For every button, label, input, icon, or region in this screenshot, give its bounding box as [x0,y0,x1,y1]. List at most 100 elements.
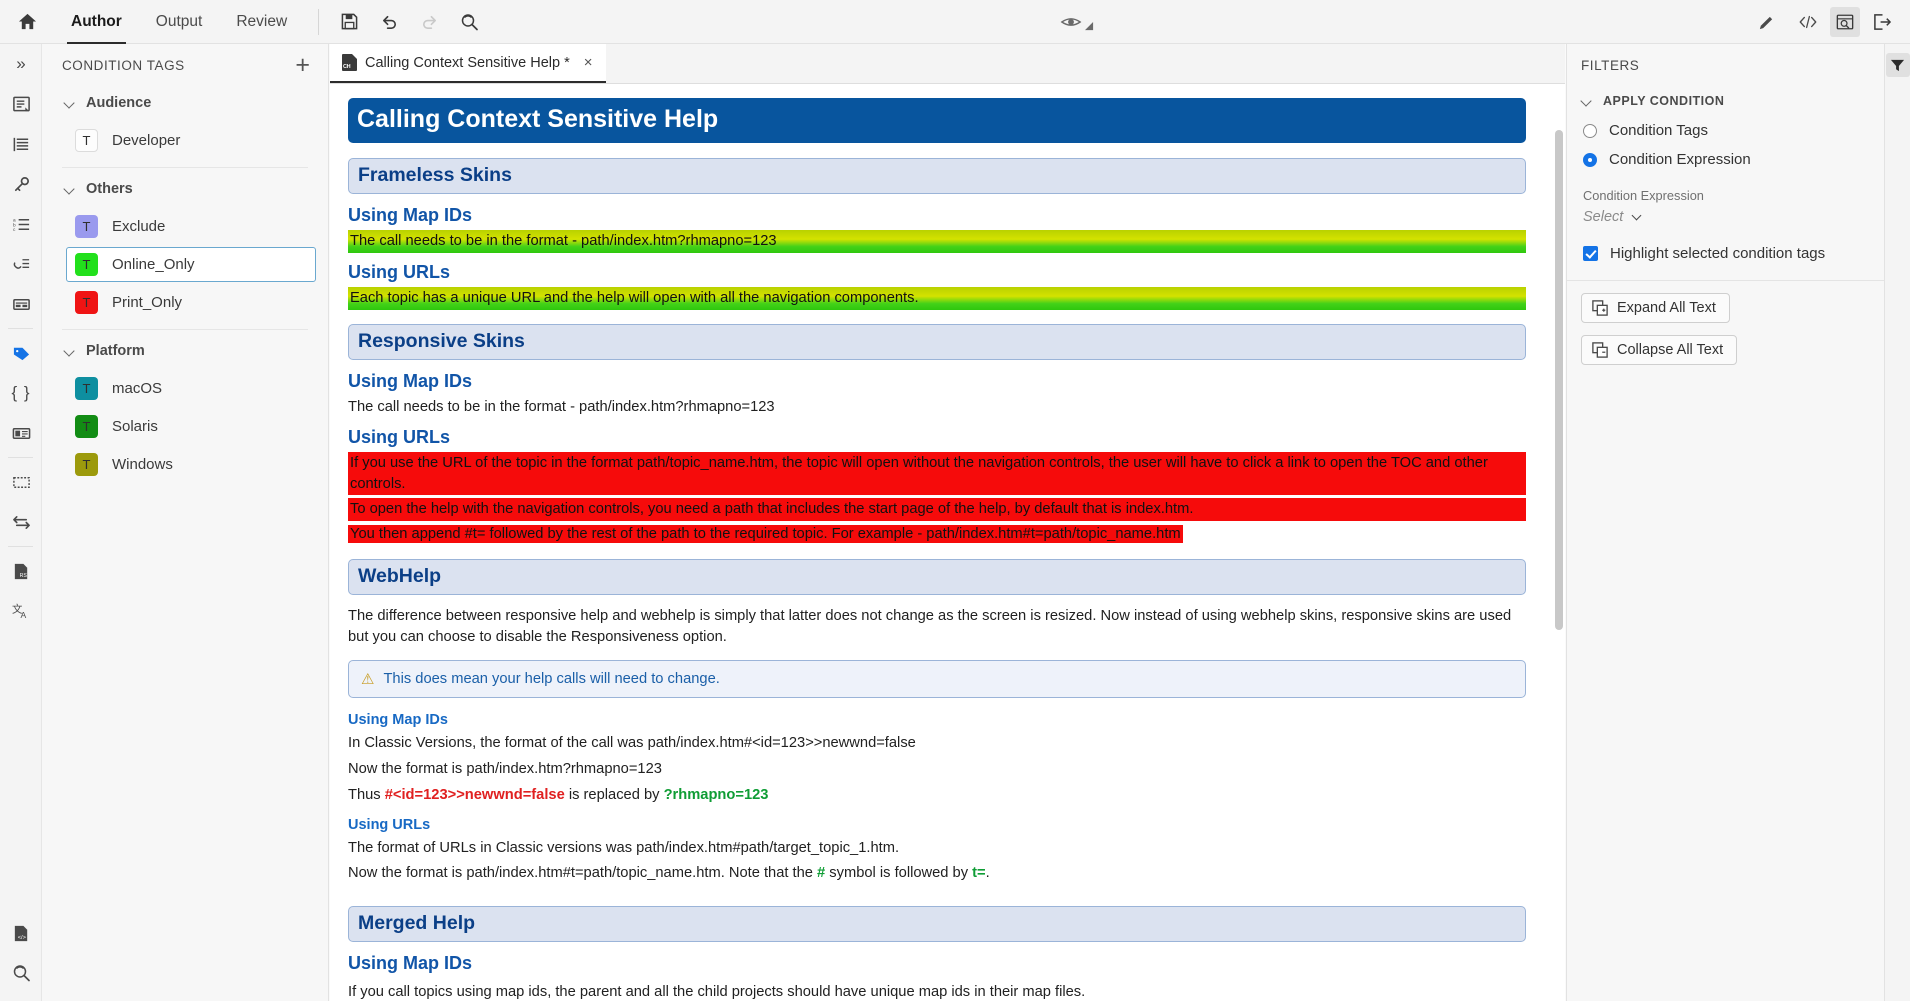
menu-tab-review[interactable]: Review [219,0,304,44]
rail-item-topics[interactable] [0,84,42,124]
radio-condition-expression-label: Condition Expression [1609,151,1751,168]
eye-preview-icon [1060,18,1082,26]
condition-tag-label: Solaris [112,418,158,435]
section-heading-merged-help: Merged Help [348,906,1526,943]
rail-item-translate[interactable]: 文 A [0,591,42,631]
index-icon: a b c [12,218,29,233]
exit-button[interactable] [1862,0,1902,44]
highlight-tags-checkbox-row[interactable]: Highlight selected condition tags [1567,231,1884,276]
condition-tag-developer[interactable]: T Developer [66,123,316,158]
link-icon [13,258,29,269]
tag-color-swatch: T [75,291,98,314]
menu-tab-author[interactable]: Author [54,0,139,44]
rail-item-master-page[interactable] [0,413,42,453]
rail-item-links[interactable] [0,244,42,284]
apply-condition-label: APPLY CONDITION [1603,94,1725,108]
apply-condition-section-header[interactable]: APPLY CONDITION [1567,86,1884,116]
paragraph: Now the format is path/index.htm?rhmapno… [348,760,662,777]
rail-item-snippets[interactable] [0,284,42,324]
note-box: ⚠ This does mean your help calls will ne… [348,659,1526,698]
undo-button[interactable] [369,0,409,44]
paragraph-rich-hash: Now the format is path/index.htm#t=path/… [348,863,1526,884]
home-button[interactable] [0,0,54,44]
rail-item-condition-tags[interactable] [0,333,42,373]
rail-item-index[interactable]: a b c [0,204,42,244]
rail-collapse-button[interactable]: » [0,44,42,84]
menu-tab-author-label: Author [71,12,122,30]
radio-button-selected [1583,152,1597,167]
script-file-icon: RS [14,563,27,579]
condition-group-platform-label: Platform [86,343,145,359]
radio-condition-expression[interactable]: Condition Expression [1567,145,1884,174]
home-icon [18,13,36,30]
vertical-scrollbar[interactable] [1555,130,1563,630]
rail-item-script-file[interactable]: RS [0,551,42,591]
condition-tag-exclude[interactable]: T Exclude [66,209,316,244]
highlighted-text-red: To open the help with the navigation con… [348,498,1526,522]
chevron-down-icon [64,184,75,195]
collapse-all-text-button[interactable]: Collapse All Text [1581,335,1738,365]
section-heading-responsive-skins: Responsive Skins [348,323,1526,360]
condition-expression-select[interactable]: Select [1567,203,1884,231]
expand-all-text-button[interactable]: Expand All Text [1581,293,1730,323]
condition-group-others-header[interactable]: Others [42,172,328,206]
svg-text:c: c [12,228,15,233]
dropdown-caret-icon[interactable] [1085,22,1094,31]
add-condition-tag-button[interactable]: + [291,52,314,78]
rail-item-code-file[interactable]: </> [0,913,42,953]
save-icon [341,13,357,30]
subheading-using-urls: Using URLs [348,261,451,282]
rail-item-variables[interactable]: { } [0,373,42,413]
condition-tag-label: Developer [112,132,181,149]
redo-button[interactable] [409,0,449,44]
condition-group-platform-header[interactable]: Platform [42,334,328,368]
filters-divider [1567,280,1884,281]
subheading-using-urls-3: Using URLs [348,816,431,833]
find-replace-button[interactable] [449,0,489,44]
swap-icon [12,515,30,529]
chevron-down-icon [1581,96,1592,107]
rail-item-search-history[interactable] [0,953,42,993]
paragraph: The call needs to be in the format - pat… [348,398,775,415]
tag-color-swatch: T [75,453,98,476]
menu-tab-output[interactable]: Output [139,0,220,44]
main-menu-tabs: Author Output Review [54,0,304,44]
chm-file-icon [342,54,357,71]
preview-window-button[interactable] [1830,7,1860,37]
close-icon[interactable]: × [578,54,595,71]
edit-pencil-button[interactable] [1746,0,1786,44]
code-view-button[interactable] [1788,0,1828,44]
condition-tags-title: CONDITION TAGS [62,57,185,73]
rail-item-placeholder[interactable] [0,462,42,502]
preview-mode-control[interactable] [1060,0,1094,44]
filter-funnel-button[interactable] [1885,53,1910,77]
translate-icon: 文 A [12,602,27,620]
condition-group-audience-header[interactable]: Audience [42,86,328,120]
subheading-using-map-ids-4: Using Map IDs [348,953,473,974]
filters-title: FILTERS [1581,57,1640,73]
rail-item-toc[interactable] [0,124,42,164]
condition-tag-windows[interactable]: T Windows [66,447,316,482]
section-heading-frameless-skins: Frameless Skins [348,158,1526,194]
placeholder-icon [12,476,30,488]
rich-part-plain: is replaced by [564,786,664,803]
save-button[interactable] [329,0,369,44]
condition-tag-macos[interactable]: T macOS [66,371,316,406]
document-scroll-area[interactable]: Calling Context Sensitive Help Frameless… [330,84,1565,1001]
condition-tag-print-only[interactable]: T Print_Only [66,285,316,320]
top-toolbar: Author Output Review [0,0,1910,44]
collapse-all-icon [1592,342,1608,358]
rail-item-map-ids[interactable] [0,164,42,204]
condition-tag-icon [13,347,29,360]
rich-part-plain: Now the format is path/index.htm#t=path/… [348,865,818,882]
panel-divider [62,167,308,168]
warning-triangle-icon: ⚠ [361,670,375,688]
code-view-icon [1799,15,1817,29]
condition-tag-online-only[interactable]: T Online_Only [66,247,316,282]
rail-divider-3 [8,546,33,547]
document-tab[interactable]: Calling Context Sensitive Help * × [330,44,607,83]
undo-icon [382,15,396,29]
radio-condition-tags[interactable]: Condition Tags [1567,116,1884,145]
condition-tag-solaris[interactable]: T Solaris [66,409,316,444]
rail-item-swap[interactable] [0,502,42,542]
